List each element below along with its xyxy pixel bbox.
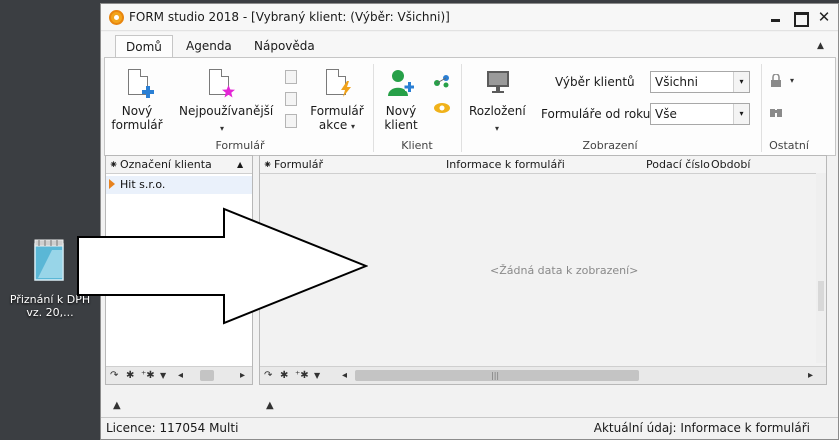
asterisk-plus-icon[interactable]: ⁺✱ [141,367,155,384]
add-user-icon [388,70,414,96]
new-client-label-1: Nový [385,104,417,118]
new-client-button[interactable]: Nový klient [379,66,423,136]
close-button[interactable]: ✕ [814,8,834,26]
dropdown-arrow-icon[interactable]: ▾ [733,104,749,124]
new-form-label-2: formulář [111,118,163,132]
client-name-column[interactable]: Označení klienta [120,156,212,173]
sort-ascending-icon: ▲ [237,160,244,169]
horizontal-scrollbar-thumb[interactable]: ||| [355,370,639,381]
filter-row-icon[interactable]: ⁕ [109,156,118,173]
client-select-dropdown[interactable]: Všichni ▾ [650,71,750,93]
lock-file-icon[interactable] [769,74,783,88]
forms-column-header[interactable]: ⁕ Formulář Informace k formuláři Podací … [260,156,826,174]
period-column[interactable]: Období [711,156,750,173]
vertical-scrollbar[interactable] [816,173,826,363]
layout-caret-icon: ▾ [494,124,499,133]
forms-footer-bar: ↷ ✱ ⁺✱ ▼ ◂ ||| ▸ [260,366,826,384]
form-info-column[interactable]: Informace k formuláři [446,156,565,173]
tab-napoveda[interactable]: Nápověda [244,35,325,58]
clients-column-header[interactable]: ⁕ Označení klienta ▲ [106,156,252,174]
ribbon-tabs: Domů Agenda Nápověda ▲ [101,32,838,58]
vertical-scrollbar-thumb[interactable] [818,281,824,311]
client-select-value: Všichni [655,75,698,89]
star-icon [222,85,235,98]
group-label-klient: Klient [401,139,433,152]
status-bar: Licence: 117054 Multi Aktuální údaj: Inf… [101,417,838,439]
binoculars-icon[interactable] [769,106,783,118]
layout-button[interactable]: Rozložení ▾ [469,66,526,136]
current-item-status: Aktuální údaj: Informace k formuláři [593,421,810,435]
title-bar[interactable]: FORM studio 2018 - [Vybraný klient: (Výb… [101,4,838,31]
new-form-button[interactable]: Nový formulář [111,66,163,136]
most-used-caret-icon: ▾ [219,124,224,133]
form-actions-button[interactable]: Formulář akce ▾ [307,66,367,136]
most-used-label: Nejpoužívanější [179,104,274,118]
ribbon: Nový formulář Nejpoužívanější ▾ Formulář… [104,57,836,156]
form-actions-label-2: akce [318,118,348,132]
copy-form-icon[interactable] [285,92,297,106]
edit-form-icon[interactable] [285,70,297,84]
collapse-ribbon-button[interactable]: ▲ [817,41,824,51]
license-status: Licence: 117054 Multi [106,421,239,435]
forms-from-year-value: Vše [655,107,677,121]
print-form-icon[interactable] [285,114,297,128]
filter-icon[interactable]: ▼ [160,367,166,384]
client-select-label: Výběr klientů [555,75,635,89]
empty-data-message: <Žádná data k zobrazení> [490,264,639,277]
layout-label: Rozložení [469,104,526,118]
refresh-icon[interactable]: ↷ [110,367,118,384]
asterisk-icon[interactable]: ✱ [126,367,134,384]
minimize-button[interactable] [766,8,786,26]
tab-domu[interactable]: Domů [115,35,173,58]
group-label-formular: Formulář [215,139,265,152]
maximize-button[interactable] [790,8,810,27]
filing-number-column[interactable]: Podací číslo [646,156,710,173]
table-row[interactable]: Hit s.r.o. [106,176,252,194]
expand-panel-icon[interactable]: ▲ [113,400,121,411]
scroll-right-icon[interactable]: ▸ [240,367,245,384]
most-used-button[interactable]: Nejpoužívanější ▾ [179,66,274,136]
horn-icon[interactable] [433,100,451,114]
notepad-file-icon [34,239,64,281]
app-logo-icon [109,10,124,25]
scroll-right-icon[interactable]: ▸ [808,367,813,384]
new-form-label-1: Nový [121,104,153,118]
forms-from-year-label: Formuláře od roku [541,107,651,121]
ribbon-separator [373,64,374,152]
form-actions-caret-icon: ▾ [351,122,356,131]
asterisk-icon[interactable]: ✱ [280,367,288,384]
other-caret-icon[interactable]: ▾ [790,76,794,85]
right-arrow-icon [77,207,368,325]
scroll-left-icon[interactable]: ◂ [178,367,183,384]
scroll-left-icon[interactable]: ◂ [342,367,347,384]
horizontal-scrollbar-thumb[interactable] [200,370,214,381]
new-client-label-2: klient [384,118,418,132]
lightning-icon [341,81,351,97]
dropdown-arrow-icon[interactable]: ▾ [733,72,749,92]
monitor-icon [487,71,509,93]
filter-icon[interactable]: ▼ [314,367,320,384]
refresh-icon[interactable]: ↷ [264,367,272,384]
row-indicator-icon [109,179,115,189]
form-actions-label-1: Formulář [310,104,364,118]
scrollbar-grip-icon: ||| [491,371,500,380]
clients-network-icon[interactable] [433,74,451,88]
tab-agenda[interactable]: Agenda [176,35,242,58]
form-column[interactable]: Formulář [274,156,323,173]
clients-footer-bar: ↷ ✱ ⁺✱ ▼ ◂ ▸ [106,366,252,384]
client-name-cell: Hit s.r.o. [120,178,166,191]
expand-panel-icon[interactable]: ▲ [266,400,274,411]
ribbon-separator [761,64,762,152]
forms-from-year-dropdown[interactable]: Vše ▾ [650,103,750,125]
group-label-ostatni: Ostatní [769,139,809,152]
plus-icon [142,86,154,98]
asterisk-plus-icon[interactable]: ⁺✱ [295,367,309,384]
ribbon-separator [461,64,462,152]
group-label-zobrazeni: Zobrazení [582,139,638,152]
filter-row-icon[interactable]: ⁕ [263,156,272,173]
window-title: FORM studio 2018 - [Vybraný klient: (Výb… [129,10,450,24]
